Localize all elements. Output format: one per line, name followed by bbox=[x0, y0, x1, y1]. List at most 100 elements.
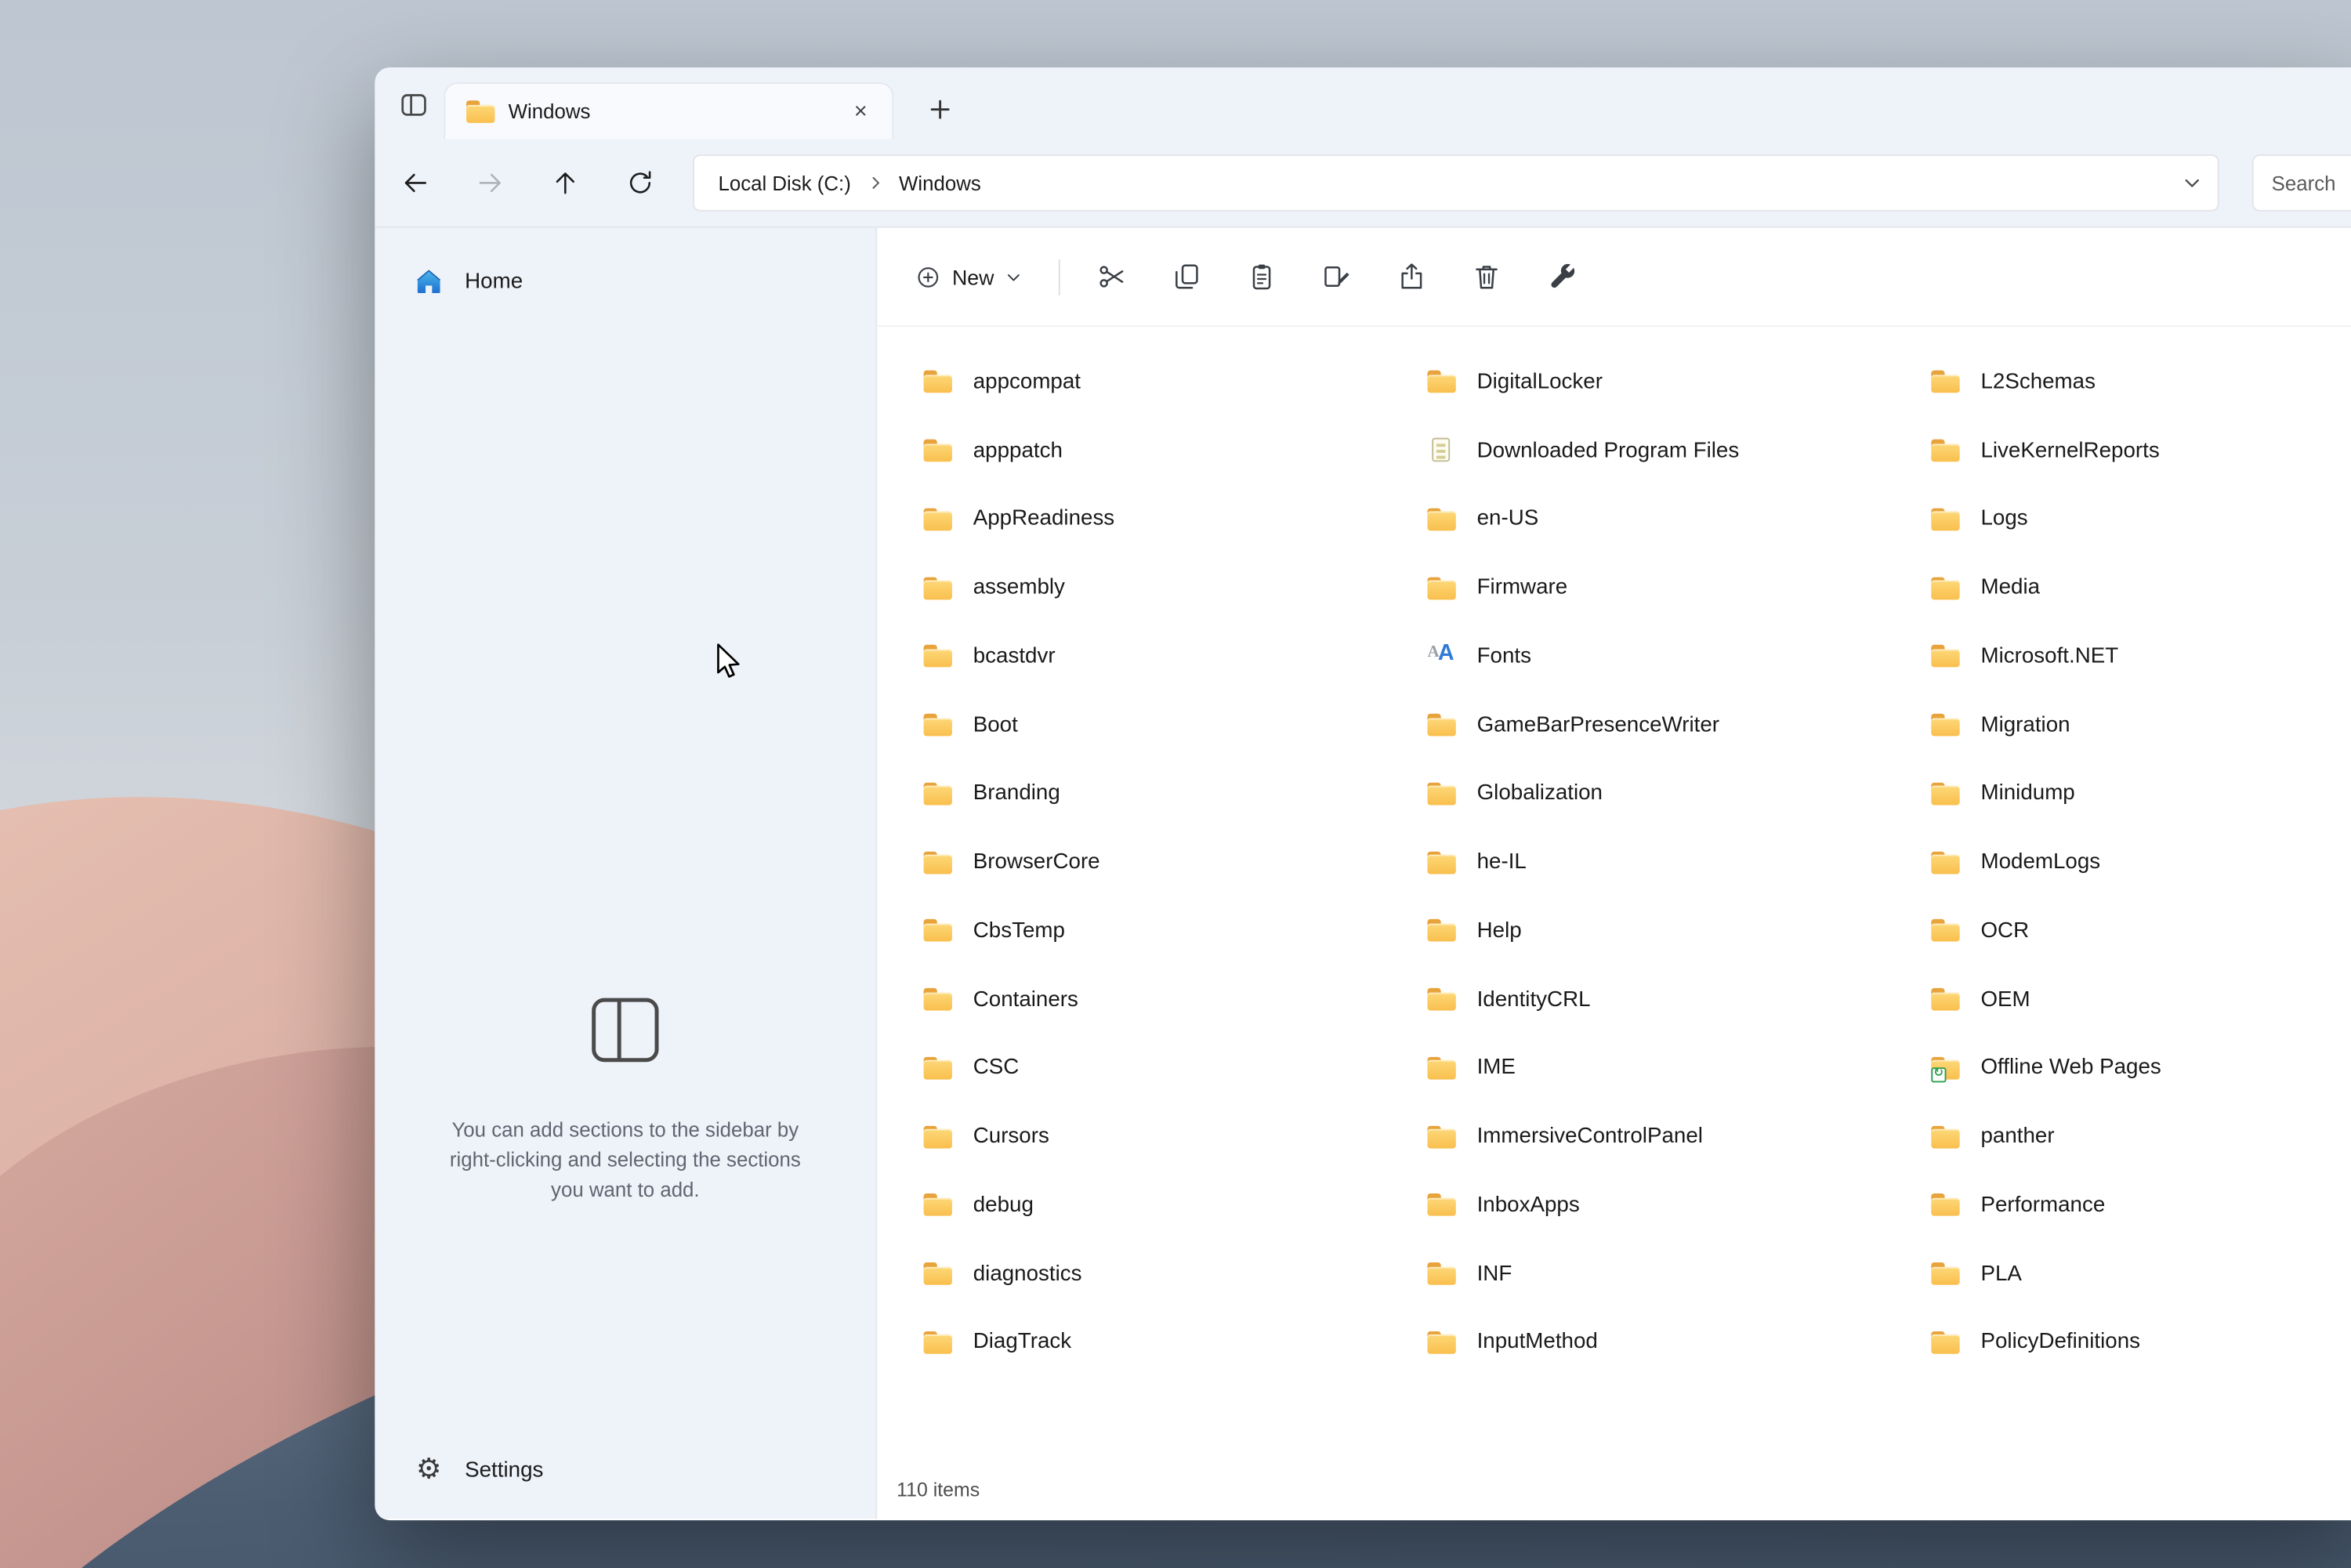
folder-icon bbox=[1931, 371, 1959, 393]
address-dropdown-button[interactable] bbox=[2182, 172, 2203, 194]
file-item[interactable]: PolicyDefinitions bbox=[1931, 1308, 2351, 1377]
folder-icon bbox=[924, 714, 952, 737]
file-name: en-US bbox=[1477, 507, 1539, 531]
refresh-button[interactable] bbox=[614, 158, 665, 208]
file-item[interactable]: Fonts bbox=[1427, 622, 1931, 691]
file-item[interactable]: en-US bbox=[1427, 485, 1931, 554]
new-tab-button[interactable] bbox=[918, 87, 962, 132]
folder-icon bbox=[1931, 851, 1959, 874]
folder-icon bbox=[924, 1194, 952, 1217]
cut-button[interactable] bbox=[1078, 250, 1144, 304]
sidebar-sections-icon bbox=[589, 995, 661, 1064]
file-item[interactable]: L2Schemas bbox=[1931, 348, 2351, 417]
address-bar[interactable]: Local Disk (C:) Windows bbox=[693, 154, 2219, 212]
file-name: DigitalLocker bbox=[1477, 370, 1603, 394]
tab-bar: Windows × bbox=[375, 67, 2351, 139]
file-item[interactable]: Boot bbox=[924, 691, 1428, 760]
file-item[interactable]: Logs bbox=[1931, 485, 2351, 554]
file-item[interactable]: Globalization bbox=[1427, 759, 1931, 828]
file-item[interactable]: CbsTemp bbox=[924, 896, 1428, 965]
file-item[interactable]: LiveKernelReports bbox=[1931, 416, 2351, 485]
file-item[interactable]: assembly bbox=[924, 553, 1428, 622]
file-item[interactable]: Cursors bbox=[924, 1103, 1428, 1171]
folder-icon bbox=[1427, 1262, 1455, 1285]
file-name: Logs bbox=[1980, 507, 2027, 531]
forward-button[interactable] bbox=[465, 158, 516, 208]
file-item[interactable]: ModemLogs bbox=[1931, 828, 2351, 897]
file-item[interactable]: apppatch bbox=[924, 416, 1428, 485]
folder-icon bbox=[924, 440, 952, 462]
sidebar-item-settings[interactable]: ⚙ Settings bbox=[389, 1441, 860, 1501]
file-name: Boot bbox=[973, 713, 1018, 737]
file-item[interactable]: diagnostics bbox=[924, 1240, 1428, 1309]
rename-button[interactable] bbox=[1303, 250, 1369, 304]
file-item[interactable]: debug bbox=[924, 1171, 1428, 1240]
folder-icon bbox=[924, 645, 952, 668]
gear-icon: ⚙ bbox=[414, 1456, 444, 1486]
file-item[interactable]: BrowserCore bbox=[924, 828, 1428, 897]
file-item[interactable]: IME bbox=[1427, 1034, 1931, 1103]
file-item[interactable]: he-IL bbox=[1427, 828, 1931, 897]
file-item[interactable]: DigitalLocker bbox=[1427, 348, 1931, 417]
file-item[interactable]: Offline Web Pages bbox=[1931, 1034, 2351, 1103]
file-item[interactable]: InboxApps bbox=[1427, 1171, 1931, 1240]
breadcrumb-folder[interactable]: Windows bbox=[893, 167, 987, 198]
file-item[interactable]: INF bbox=[1427, 1240, 1931, 1309]
folder-icon bbox=[1931, 1331, 1959, 1354]
file-item[interactable]: DiagTrack bbox=[924, 1308, 1428, 1377]
file-name: GameBarPresenceWriter bbox=[1477, 713, 1719, 737]
command-bar: New bbox=[877, 228, 2351, 327]
rename-icon bbox=[1320, 261, 1352, 292]
new-button[interactable]: New bbox=[897, 250, 1041, 304]
tab-title: Windows bbox=[509, 100, 831, 123]
file-item[interactable]: appcompat bbox=[924, 348, 1428, 417]
file-item[interactable]: InputMethod bbox=[1427, 1308, 1931, 1377]
tab-close-button[interactable]: × bbox=[844, 95, 877, 128]
file-item[interactable]: CSC bbox=[924, 1034, 1428, 1103]
share-button[interactable] bbox=[1378, 250, 1444, 304]
trash-icon bbox=[1470, 261, 1502, 292]
forward-arrow-icon bbox=[476, 168, 505, 197]
breadcrumb-drive[interactable]: Local Disk (C:) bbox=[712, 167, 857, 198]
folder-icon bbox=[1931, 508, 1959, 531]
paste-button[interactable] bbox=[1228, 250, 1294, 304]
file-item[interactable]: panther bbox=[1931, 1103, 2351, 1171]
file-item[interactable]: Performance bbox=[1931, 1171, 2351, 1240]
file-item[interactable]: Microsoft.NET bbox=[1931, 622, 2351, 691]
file-item[interactable]: Minidump bbox=[1931, 759, 2351, 828]
file-item[interactable]: Downloaded Program Files bbox=[1427, 416, 1931, 485]
file-item[interactable]: bcastdvr bbox=[924, 622, 1428, 691]
file-item[interactable]: IdentityCRL bbox=[1427, 965, 1931, 1034]
search-box[interactable]: Search bbox=[2252, 154, 2351, 212]
file-column: DigitalLocker Downloaded Program Files e… bbox=[1427, 348, 1931, 1377]
file-item[interactable]: PLA bbox=[1931, 1240, 2351, 1309]
file-name: debug bbox=[973, 1193, 1034, 1218]
file-item[interactable]: GameBarPresenceWriter bbox=[1427, 691, 1931, 760]
tools-button[interactable] bbox=[1528, 250, 1594, 304]
new-button-label: New bbox=[952, 265, 994, 289]
file-name: INF bbox=[1477, 1262, 1512, 1286]
file-name: assembly bbox=[973, 576, 1065, 600]
file-item[interactable]: Firmware bbox=[1427, 553, 1931, 622]
file-name: diagnostics bbox=[973, 1262, 1082, 1286]
tab-list-button[interactable] bbox=[393, 84, 433, 125]
file-item[interactable]: OEM bbox=[1931, 965, 2351, 1034]
file-name: L2Schemas bbox=[1980, 370, 2096, 394]
file-item[interactable]: OCR bbox=[1931, 896, 2351, 965]
back-button[interactable] bbox=[389, 158, 440, 208]
file-item[interactable]: Branding bbox=[924, 759, 1428, 828]
file-item[interactable]: Migration bbox=[1931, 691, 2351, 760]
tab-windows[interactable]: Windows × bbox=[444, 82, 893, 139]
file-item[interactable]: AppReadiness bbox=[924, 485, 1428, 554]
file-item[interactable]: Help bbox=[1427, 896, 1931, 965]
file-name: apppatch bbox=[973, 439, 1063, 463]
up-button[interactable] bbox=[540, 158, 591, 208]
file-item[interactable]: Media bbox=[1931, 553, 2351, 622]
folder-icon bbox=[1931, 645, 1959, 668]
file-item[interactable]: Containers bbox=[924, 965, 1428, 1034]
delete-button[interactable] bbox=[1453, 250, 1519, 304]
copy-button[interactable] bbox=[1153, 250, 1219, 304]
folder-icon bbox=[924, 851, 952, 874]
sidebar-item-home[interactable]: Home bbox=[389, 252, 860, 312]
file-item[interactable]: ImmersiveControlPanel bbox=[1427, 1103, 1931, 1171]
